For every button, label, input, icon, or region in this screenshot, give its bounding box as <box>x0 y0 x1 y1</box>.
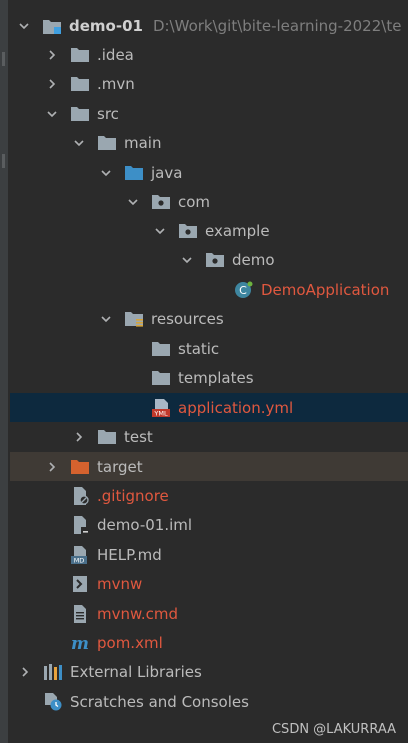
svg-text:MD: MD <box>74 556 85 564</box>
module-name: demo-01 <box>69 16 143 35</box>
module-path: D:\Work\git\bite-learning-2022\te <box>152 16 402 35</box>
tree-row-pom-xml[interactable]: m pom.xml <box>10 628 408 657</box>
folder-icon <box>97 134 117 152</box>
folder-name: test <box>124 427 153 446</box>
folder-icon <box>70 46 90 64</box>
folder-name: static <box>178 339 220 358</box>
tree-row-demo[interactable]: demo <box>10 245 408 274</box>
libraries-label: External Libraries <box>70 662 202 681</box>
tree-row-test[interactable]: test <box>10 422 408 451</box>
chevron-right-icon[interactable] <box>46 49 58 61</box>
folder-name: main <box>124 133 162 152</box>
folder-icon <box>151 369 171 387</box>
chevron-down-icon[interactable] <box>154 225 166 237</box>
svg-text:m: m <box>71 634 89 652</box>
file-name: demo-01.iml <box>97 515 193 534</box>
tree-row-root[interactable]: demo-01 D:\Work\git\bite-learning-2022\t… <box>10 11 408 40</box>
tree-row-application-yml[interactable]: YML application.yml <box>10 393 408 422</box>
tree-row-main[interactable]: main <box>10 128 408 157</box>
folder-name: resources <box>151 309 224 328</box>
cmd-file-icon <box>70 604 90 623</box>
tree-row-mvnw-cmd[interactable]: mvnw.cmd <box>10 599 408 628</box>
package-name: com <box>178 192 211 211</box>
folder-name: templates <box>178 368 254 387</box>
tree-row-target[interactable]: target <box>10 452 408 481</box>
watermark: CSDN @LAKURRAA <box>271 722 396 737</box>
package-icon <box>205 251 225 269</box>
chevron-right-icon[interactable] <box>73 431 85 443</box>
spring-class-icon: C <box>234 281 254 299</box>
folder-name: target <box>97 457 143 476</box>
strip-mark <box>2 154 5 168</box>
md-file-icon: MD <box>70 545 90 564</box>
tree-row-demo-application[interactable]: C DemoApplication <box>10 275 408 304</box>
file-name: .gitignore <box>97 486 169 505</box>
folder-name: java <box>151 163 183 182</box>
tree-row-idea[interactable]: .idea <box>10 40 408 69</box>
gitignore-file-icon <box>70 486 90 505</box>
chevron-right-icon[interactable] <box>46 78 58 90</box>
file-name: mvnw <box>97 574 143 593</box>
package-icon <box>151 193 171 211</box>
tree-row-external-libraries[interactable]: External Libraries <box>10 657 408 686</box>
maven-icon: m <box>70 634 90 652</box>
folder-name: .idea <box>97 45 134 64</box>
tree-row-com[interactable]: com <box>10 187 408 216</box>
tree-row-templates[interactable]: templates <box>10 363 408 392</box>
svg-text:C: C <box>239 284 247 297</box>
chevron-down-icon[interactable] <box>181 254 193 266</box>
chevron-right-icon[interactable] <box>19 666 31 678</box>
yml-file-icon: YML <box>151 398 171 417</box>
tree-row-java[interactable]: java <box>10 158 408 187</box>
chevron-down-icon[interactable] <box>127 196 139 208</box>
tree-row-help-md[interactable]: MD HELP.md <box>10 540 408 569</box>
scratches-label: Scratches and Consoles <box>70 692 249 711</box>
tree-row-static[interactable]: static <box>10 334 408 363</box>
folder-name: .mvn <box>97 74 135 93</box>
iml-file-icon <box>70 515 90 534</box>
left-tool-strip <box>0 0 8 743</box>
tree-row-resources[interactable]: resources <box>10 304 408 333</box>
library-icon <box>43 663 63 681</box>
tree-row-scratches[interactable]: Scratches and Consoles <box>10 687 408 716</box>
shell-script-icon <box>70 575 90 593</box>
folder-icon <box>70 105 90 123</box>
class-name: DemoApplication <box>261 280 390 299</box>
scratches-icon <box>43 692 63 711</box>
resources-folder-icon <box>124 310 144 328</box>
folder-icon <box>70 75 90 93</box>
excluded-folder-icon <box>70 458 90 476</box>
chevron-down-icon[interactable] <box>73 137 85 149</box>
package-name: example <box>205 221 270 240</box>
package-icon <box>178 222 198 240</box>
chevron-right-icon[interactable] <box>46 461 58 473</box>
strip-mark <box>2 52 5 66</box>
module-icon <box>42 17 62 35</box>
folder-name: src <box>97 104 119 123</box>
file-name: application.yml <box>178 398 294 417</box>
chevron-down-icon[interactable] <box>18 20 30 32</box>
folder-icon <box>151 340 171 358</box>
folder-icon <box>97 428 117 446</box>
tree-row-src[interactable]: src <box>10 99 408 128</box>
package-name: demo <box>232 250 275 269</box>
tree-row-demo-iml[interactable]: demo-01.iml <box>10 510 408 539</box>
chevron-down-icon[interactable] <box>100 313 112 325</box>
file-name: pom.xml <box>97 633 163 652</box>
tree-row-mvnw[interactable]: mvnw <box>10 569 408 598</box>
file-name: mvnw.cmd <box>97 604 179 623</box>
chevron-down-icon[interactable] <box>46 108 58 120</box>
svg-text:YML: YML <box>153 409 168 417</box>
file-name: HELP.md <box>97 545 162 564</box>
tree-row-gitignore[interactable]: .gitignore <box>10 481 408 510</box>
chevron-down-icon[interactable] <box>100 167 112 179</box>
tree-row-example[interactable]: example <box>10 216 408 245</box>
tree-row-mvn[interactable]: .mvn <box>10 69 408 98</box>
source-folder-icon <box>124 164 144 182</box>
